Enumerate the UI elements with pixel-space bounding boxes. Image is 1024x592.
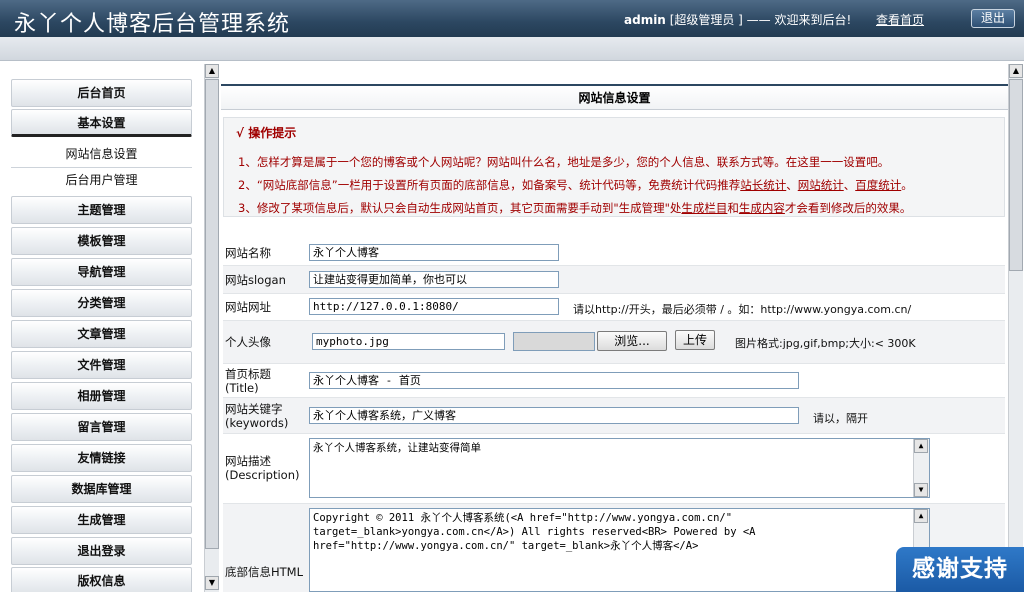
footer-html-text: Copyright © 2011 永丫个人博客系统(<A href="http:… xyxy=(313,512,756,552)
description-textarea[interactable]: 永丫个人博客系统，让建站变得简单 ▲ ▼ xyxy=(309,438,930,498)
url-hint: 请以http://开头，最后必须带 / 。如：http://www.yongya… xyxy=(573,303,912,316)
form-row-avatar: 个人头像 myphoto.jpg 浏览... 上传 图片格式:jpg,gif,b… xyxy=(223,321,1005,364)
scroll-down-arrow-icon[interactable]: ▼ xyxy=(914,483,928,497)
logout-button[interactable]: 退出 xyxy=(971,9,1015,28)
link-generate-columns[interactable]: 生成栏目 xyxy=(681,201,727,215)
sidebar-scrollbar[interactable]: ▲ ▼ xyxy=(204,64,219,592)
view-home-link[interactable]: 查看首页 xyxy=(876,11,924,28)
slogan-label: 网站slogan xyxy=(225,273,286,287)
tip-line-2-text: 2、“网站底部信息”一栏用于设置所有页面的底部信息，如备案号、统计代码等，免费统… xyxy=(238,178,741,192)
scroll-thumb[interactable] xyxy=(1009,79,1023,271)
avatar-label: 个人头像 xyxy=(225,335,271,349)
footer-html-label: 底部信息HTML xyxy=(225,565,304,579)
description-label-cn: 网站描述 xyxy=(225,454,271,468)
sidebar-item-logout[interactable]: 退出登录 xyxy=(11,537,192,565)
sidebar-item-templates[interactable]: 模板管理 xyxy=(11,227,192,255)
sidebar-item-home[interactable]: 后台首页 xyxy=(11,79,192,107)
scroll-up-arrow-icon[interactable]: ▲ xyxy=(205,64,219,78)
link-cnzz-stats[interactable]: 网站统计 xyxy=(798,178,844,192)
link-51la-stats[interactable]: 站长统计 xyxy=(740,178,786,192)
keywords-label-cn: 网站关键字 xyxy=(225,402,283,416)
scroll-down-arrow-icon[interactable]: ▼ xyxy=(205,576,219,590)
tips-panel: √ 操作提示 1、怎样才算是属于一个您的博客或个人网站呢？网站叫什么名，地址是多… xyxy=(223,117,1005,217)
scroll-thumb[interactable] xyxy=(205,79,219,549)
link-baidu-stats[interactable]: 百度统计 xyxy=(855,178,901,192)
link-generate-content[interactable]: 生成内容 xyxy=(739,201,785,215)
tip-line-3-end: 才会看到修改后的效果。 xyxy=(784,201,912,215)
page-title: 网站信息设置 xyxy=(221,84,1008,110)
sidebar-item-messages[interactable]: 留言管理 xyxy=(11,413,192,441)
sidebar-subitem-admin-users[interactable]: 后台用户管理 xyxy=(11,168,192,192)
sidebar-item-navigation[interactable]: 导航管理 xyxy=(11,258,192,286)
keywords-input[interactable]: 永丫个人博客系统，广义博客 xyxy=(309,407,799,424)
form-row-home-title: 首页标题 (Title) 永丫个人博客 - 首页 xyxy=(223,364,1005,398)
form-row-url: 网站网址 http://127.0.0.1:8080/ 请以http://开头，… xyxy=(223,294,1005,321)
scroll-up-arrow-icon[interactable]: ▲ xyxy=(914,439,928,453)
tip-sep: 、 xyxy=(843,178,856,192)
tips-title-text: 操作提示 xyxy=(248,126,297,140)
sidebar-item-database[interactable]: 数据库管理 xyxy=(11,475,192,503)
sidebar-item-generate[interactable]: 生成管理 xyxy=(11,506,192,534)
sidebar-item-links[interactable]: 友情链接 xyxy=(11,444,192,472)
scroll-up-arrow-icon[interactable]: ▲ xyxy=(914,509,928,523)
sidebar-item-categories[interactable]: 分类管理 xyxy=(11,289,192,317)
upload-button[interactable]: 上传 xyxy=(675,330,715,350)
avatar-input[interactable]: myphoto.jpg xyxy=(312,333,505,350)
welcome-text: [超级管理员 ] —— 欢迎来到后台! xyxy=(669,13,852,27)
scroll-up-arrow-icon[interactable]: ▲ xyxy=(1009,64,1023,78)
thanks-support-badge[interactable]: 感谢支持 xyxy=(896,547,1024,592)
tip-end: 。 xyxy=(901,178,913,192)
site-name-input[interactable]: 永丫个人博客 xyxy=(309,244,559,261)
form-row-footer-html: 底部信息HTML Copyright © 2011 永丫个人博客系统(<A hr… xyxy=(223,504,1005,592)
sidebar-item-copyright[interactable]: 版权信息 xyxy=(11,567,192,592)
user-info: admin [超级管理员 ] —— 欢迎来到后台! xyxy=(624,11,851,28)
check-icon: √ xyxy=(236,126,245,140)
file-path-field[interactable] xyxy=(513,332,595,351)
form-row-keywords: 网站关键字 (keywords) 永丫个人博客系统，广义博客 请以，隔开 xyxy=(223,398,1005,434)
keywords-label-en: (keywords) xyxy=(225,416,289,430)
tips-title: √ 操作提示 xyxy=(236,124,296,141)
form-row-description: 网站描述 (Description) 永丫个人博客系统，让建站变得简单 ▲ ▼ xyxy=(223,434,1005,504)
home-title-label-cn: 首页标题 xyxy=(225,367,271,381)
sidebar-item-basic-settings[interactable]: 基本设置 xyxy=(11,109,192,137)
sub-header-bar xyxy=(0,37,1024,61)
top-header: 永丫个人博客后台管理系统 admin [超级管理员 ] —— 欢迎来到后台! 查… xyxy=(0,0,1024,37)
home-title-input[interactable]: 永丫个人博客 - 首页 xyxy=(309,372,799,389)
sidebar-subitem-site-info[interactable]: 网站信息设置 xyxy=(11,142,192,166)
tip-sep: 、 xyxy=(786,178,798,192)
sidebar: 后台首页 基本设置 网站信息设置 后台用户管理 主题管理 模板管理 导航管理 分… xyxy=(0,62,202,592)
keywords-hint: 请以，隔开 xyxy=(813,412,868,425)
avatar-hint: 图片格式:jpg,gif,bmp;大小:< 300K xyxy=(735,337,916,350)
app-title: 永丫个人博客后台管理系统 xyxy=(14,12,291,37)
sidebar-item-themes[interactable]: 主题管理 xyxy=(11,196,192,224)
form-row-slogan: 网站slogan 让建站变得更加简单，你也可以 xyxy=(223,266,1005,294)
tip-line-3-text: 3、修改了某项信息后，默认只会自动生成网站首页，其它页面需要手动到"生成管理"处 xyxy=(238,201,682,215)
url-label: 网站网址 xyxy=(225,300,271,314)
site-name-label: 网站名称 xyxy=(225,246,271,260)
tip-and: 和 xyxy=(727,201,739,215)
form-row-site-name: 网站名称 永丫个人博客 xyxy=(223,240,1005,266)
main-content: 网站信息设置 √ 操作提示 1、怎样才算是属于一个您的博客或个人网站呢？网站叫什… xyxy=(221,62,1008,592)
sidebar-item-articles[interactable]: 文章管理 xyxy=(11,320,192,348)
tip-line-3: 3、修改了某项信息后，默认只会自动生成网站首页，其它页面需要手动到"生成管理"处… xyxy=(238,200,911,216)
sidebar-item-albums[interactable]: 相册管理 xyxy=(11,382,192,410)
footer-html-textarea[interactable]: Copyright © 2011 永丫个人博客系统(<A href="http:… xyxy=(309,508,930,592)
home-title-label: 首页标题 (Title) xyxy=(225,367,271,395)
url-input[interactable]: http://127.0.0.1:8080/ xyxy=(309,298,559,315)
description-scrollbar[interactable]: ▲ ▼ xyxy=(913,439,929,497)
main-scrollbar[interactable]: ▲ xyxy=(1008,64,1023,592)
description-label: 网站描述 (Description) xyxy=(225,454,299,482)
sidebar-item-files[interactable]: 文件管理 xyxy=(11,351,192,379)
username: admin xyxy=(624,13,666,27)
tip-line-1: 1、怎样才算是属于一个您的博客或个人网站呢？网站叫什么名，地址是多少，您的个人信… xyxy=(238,155,890,169)
tip-line-2: 2、“网站底部信息”一栏用于设置所有页面的底部信息，如备案号、统计代码等，免费统… xyxy=(238,177,913,193)
keywords-label: 网站关键字 (keywords) xyxy=(225,402,288,430)
browse-button[interactable]: 浏览... xyxy=(597,331,667,351)
description-text: 永丫个人博客系统，让建站变得简单 xyxy=(313,442,481,454)
slogan-input[interactable]: 让建站变得更加简单，你也可以 xyxy=(309,271,559,288)
description-label-en: (Description) xyxy=(225,468,300,482)
home-title-label-en: (Title) xyxy=(225,381,259,395)
